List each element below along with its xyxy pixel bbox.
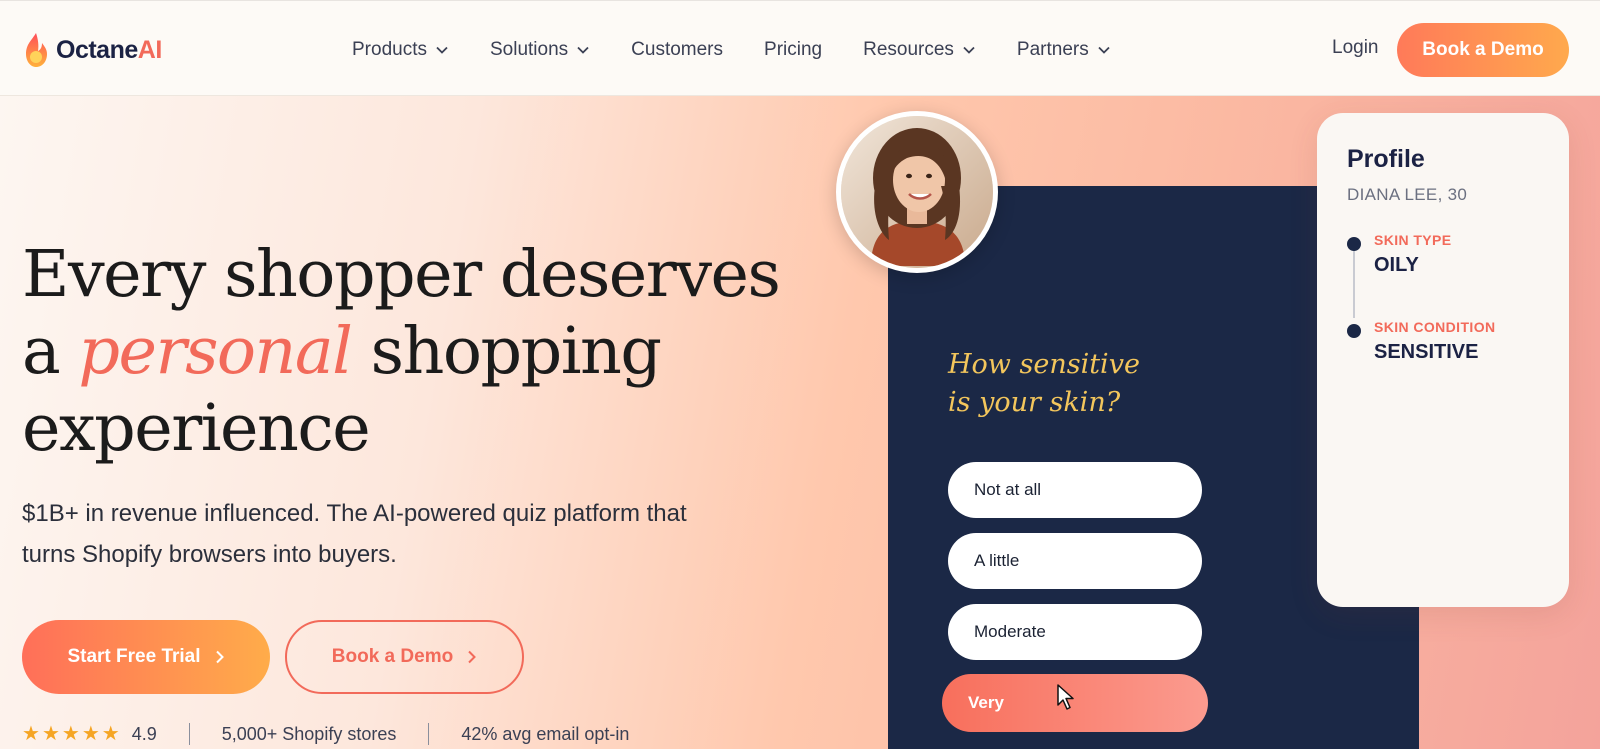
- portrait-image: [841, 116, 993, 268]
- trait-label: SKIN CONDITION: [1374, 319, 1496, 335]
- nav-label: Resources: [863, 39, 954, 60]
- stat-divider: [188, 723, 190, 745]
- nav-item-products[interactable]: Products: [352, 39, 449, 61]
- hero-headline: Every shopper deserves a personal shoppi…: [22, 236, 782, 467]
- chevron-down-icon: [436, 46, 448, 54]
- profile-title: Profile: [1347, 145, 1425, 173]
- trait-value: SENSITIVE: [1374, 341, 1479, 363]
- rating-stars: ★ ★ ★ ★ ★: [22, 724, 122, 744]
- star-icon: ★: [41, 723, 60, 745]
- social-proof-stats: ★ ★ ★ ★ ★ 4.9 5,000+ Shopify stores 42% …: [22, 722, 629, 746]
- book-demo-hero-button[interactable]: Book a Demo: [285, 620, 524, 694]
- book-demo-nav-button[interactable]: Book a Demo: [1397, 23, 1569, 77]
- button-label: Book a Demo: [331, 646, 454, 667]
- timeline-dot: [1347, 237, 1361, 251]
- nav-item-pricing[interactable]: Pricing: [764, 39, 822, 61]
- nav-item-resources[interactable]: Resources: [863, 39, 976, 61]
- rating-value: 4.9: [131, 723, 157, 744]
- trait-label: SKIN TYPE: [1374, 232, 1452, 248]
- stores-stat: 5,000+ Shopify stores: [221, 723, 397, 744]
- hero-section: Every shopper deserves a personal shoppi…: [0, 96, 1600, 749]
- star-icon: ★: [101, 723, 120, 745]
- chevron-right-icon: [468, 650, 477, 664]
- nav-label: Pricing: [764, 39, 823, 60]
- nav-item-customers[interactable]: Customers: [631, 39, 723, 61]
- quiz-option-not-at-all[interactable]: Not at all: [948, 462, 1202, 518]
- star-icon: ★: [81, 723, 100, 745]
- timeline-line: [1353, 246, 1355, 318]
- customer-avatar: [836, 111, 998, 273]
- top-navigation: OctaneAI Products Solutions Customers Pr…: [0, 0, 1600, 96]
- profile-name: DIANA LEE, 30: [1347, 185, 1468, 204]
- login-link[interactable]: Login: [1332, 37, 1379, 59]
- hero-subhead: $1B+ in revenue influenced. The AI-power…: [22, 500, 687, 568]
- nav-label: Products: [352, 39, 427, 60]
- nav-item-solutions[interactable]: Solutions: [490, 39, 590, 61]
- chevron-right-icon: [215, 650, 224, 664]
- nav-item-partners[interactable]: Partners: [1017, 39, 1111, 61]
- chevron-down-icon: [577, 46, 589, 54]
- nav-label: Solutions: [489, 39, 569, 60]
- timeline-dot: [1347, 324, 1361, 338]
- star-icon: ★: [61, 723, 80, 745]
- optin-stat: 42% avg email opt-in: [461, 723, 630, 744]
- quiz-question: How sensitive is your skin?: [948, 346, 1208, 422]
- question-line: is your skin?: [948, 387, 1121, 418]
- nav-label: Partners: [1016, 39, 1089, 60]
- quiz-option-a-little[interactable]: A little: [948, 533, 1202, 589]
- chevron-down-icon: [1098, 46, 1110, 54]
- brand-name: OctaneAI: [56, 35, 162, 64]
- chevron-down-icon: [963, 46, 975, 54]
- main-menu: Products Solutions Customers Pricing Res…: [352, 31, 1152, 69]
- profile-card: Profile DIANA LEE, 30 SKIN TYPE OILY SKI…: [1317, 113, 1569, 607]
- brand-logo[interactable]: OctaneAI: [22, 31, 162, 69]
- star-icon: ★: [22, 723, 40, 745]
- quiz-option-moderate[interactable]: Moderate: [948, 604, 1202, 660]
- stat-divider: [428, 723, 430, 745]
- nav-label: Customers: [631, 39, 724, 60]
- flame-icon: [26, 33, 47, 67]
- button-label: Start Free Trial: [67, 646, 201, 667]
- question-line: How sensitive: [948, 349, 1140, 380]
- start-free-trial-button[interactable]: Start Free Trial: [22, 620, 270, 694]
- trait-value: OILY: [1374, 254, 1419, 276]
- mouse-pointer-icon: [1057, 684, 1074, 710]
- headline-accent: personal: [78, 314, 353, 389]
